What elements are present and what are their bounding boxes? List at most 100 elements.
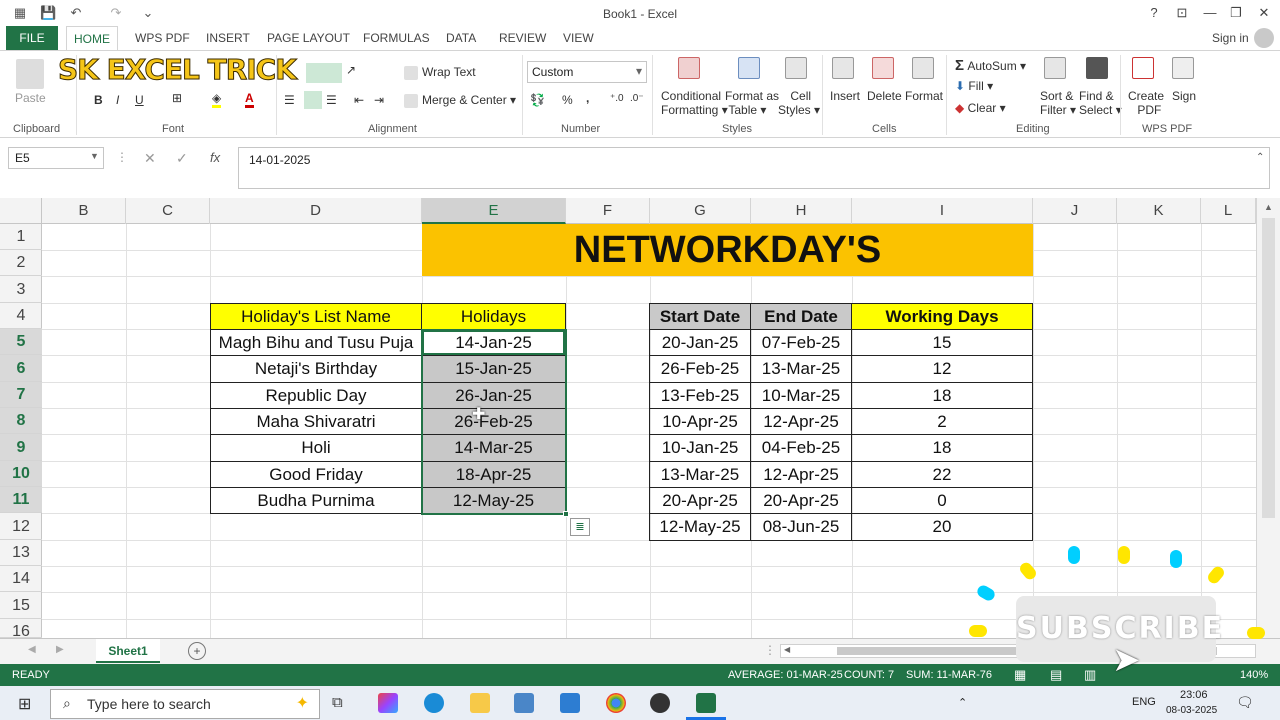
fill-color-icon[interactable]: ◈	[212, 91, 222, 108]
holidays-header[interactable]: Holidays	[421, 303, 566, 330]
row-header-8[interactable]: 8	[0, 408, 42, 434]
working-days-cell[interactable]: 2	[851, 408, 1033, 435]
close-button[interactable]: ✕	[1254, 5, 1274, 21]
tab-file[interactable]: FILE	[6, 26, 58, 50]
tab-data[interactable]: DATA	[446, 31, 476, 45]
language-indicator[interactable]: ENG	[1132, 696, 1156, 708]
cell-styles-button[interactable]: Cell Styles ▾	[778, 89, 820, 117]
insert-cells-button[interactable]: Insert	[830, 89, 860, 103]
increase-decimal-icon[interactable]: ⁺.0	[610, 93, 624, 104]
cancel-icon[interactable]: ✕	[144, 150, 156, 167]
holiday-date-cell[interactable]: 12-May-25	[421, 487, 566, 514]
comma-button[interactable]: ,	[586, 91, 589, 105]
tray-overflow-icon[interactable]: ⌃	[958, 696, 967, 709]
minimize-button[interactable]: —	[1200, 5, 1220, 21]
clock-time[interactable]: 23:06	[1180, 689, 1208, 701]
holiday-date-cell[interactable]: 26-Jan-25	[421, 382, 566, 409]
bold-button[interactable]: B	[94, 93, 103, 107]
expand-formula-bar-icon[interactable]: ⌃	[1256, 152, 1264, 163]
holiday-name-cell[interactable]: Good Friday	[210, 461, 422, 488]
store-icon[interactable]	[514, 693, 534, 713]
row-header-9[interactable]: 9	[0, 434, 42, 461]
holiday-name-cell[interactable]: Holi	[210, 434, 422, 462]
italic-button[interactable]: I	[116, 93, 119, 107]
windows-start-icon[interactable]: ⊞	[18, 694, 31, 714]
middle-align-icon[interactable]	[306, 63, 342, 83]
start-date-cell[interactable]: 10-Jan-25	[649, 434, 751, 462]
holiday-date-cell[interactable]: 15-Jan-25	[421, 355, 566, 383]
notifications-icon[interactable]: 🗨	[1236, 694, 1254, 711]
row-header-10[interactable]: 10	[0, 461, 42, 487]
taskbar-search-input[interactable]: ⌕ Type here to search ✦	[50, 689, 320, 719]
row-header-5[interactable]: 5	[0, 329, 42, 355]
column-header-j[interactable]: J	[1033, 198, 1117, 224]
accounting-format-icon[interactable]: 💱	[530, 93, 545, 107]
quick-analysis-icon[interactable]: ≣	[570, 518, 590, 536]
holiday-name-header[interactable]: Holiday's List Name	[210, 303, 422, 330]
working-days-cell[interactable]: 15	[851, 329, 1033, 356]
align-right-icon[interactable]: ☰	[326, 93, 337, 107]
chrome-icon[interactable]	[606, 693, 626, 713]
row-header-2[interactable]: 2	[0, 250, 42, 276]
scroll-tabs-right-icon[interactable]: ▶	[56, 644, 64, 655]
tab-review[interactable]: REVIEW	[499, 31, 546, 45]
conditional-formatting-button[interactable]: Conditional Formatting ▾	[661, 89, 728, 117]
tab-wps-pdf[interactable]: WPS PDF	[135, 31, 190, 45]
normal-view-icon[interactable]: ▦	[1014, 667, 1026, 683]
copilot-icon[interactable]	[378, 693, 398, 713]
column-header-b[interactable]: B	[42, 198, 126, 224]
wrap-text-button[interactable]: Wrap Text	[404, 65, 476, 80]
end-date-cell[interactable]: 04-Feb-25	[750, 434, 852, 462]
working-days-cell[interactable]: 18	[851, 382, 1033, 409]
enter-icon[interactable]: ✓	[176, 150, 188, 167]
start-date-cell[interactable]: 20-Apr-25	[649, 487, 751, 514]
column-header-i[interactable]: I	[852, 198, 1033, 224]
file-explorer-icon[interactable]	[470, 693, 490, 713]
name-box-dropdown-icon[interactable]: ▼	[90, 151, 99, 161]
end-date-cell[interactable]: 12-Apr-25	[750, 408, 852, 435]
holiday-name-cell[interactable]: Netaji's Birthday	[210, 355, 422, 383]
start-date-cell[interactable]: 26-Feb-25	[649, 355, 751, 383]
networkdays-banner[interactable]: NETWORKDAY'S	[422, 224, 1033, 276]
insert-function-button[interactable]: fx	[210, 150, 220, 165]
decrease-indent-icon[interactable]: ⇤	[354, 93, 364, 107]
end-date-cell[interactable]: 08-Jun-25	[750, 513, 852, 541]
holiday-name-cell[interactable]: Maha Shivaratri	[210, 408, 422, 435]
borders-icon[interactable]: ⊞	[172, 91, 182, 105]
row-header-1[interactable]: 1	[0, 224, 42, 250]
start-date-cell[interactable]: 20-Jan-25	[649, 329, 751, 356]
increase-indent-icon[interactable]: ⇥	[374, 93, 384, 107]
end-date-cell[interactable]: 20-Apr-25	[750, 487, 852, 514]
working-days-cell[interactable]: 18	[851, 434, 1033, 462]
sign-button[interactable]: Sign	[1172, 89, 1196, 103]
start-date-cell[interactable]: 10-Apr-25	[649, 408, 751, 435]
start-date-cell[interactable]: 12-May-25	[649, 513, 751, 541]
autosum-button[interactable]: Σ AutoSum ▾	[955, 57, 1026, 74]
scroll-left-icon[interactable]: ◀	[784, 645, 790, 654]
row-header-15[interactable]: 15	[0, 592, 42, 619]
help-button[interactable]: ?	[1144, 5, 1164, 21]
format-cells-button[interactable]: Format	[905, 89, 943, 103]
underline-button[interactable]: U	[135, 93, 144, 107]
clock-date[interactable]: 08-03-2025	[1166, 705, 1217, 716]
fill-handle[interactable]	[563, 511, 569, 517]
end-date-cell[interactable]: 12-Apr-25	[750, 461, 852, 488]
zoom-level[interactable]: 140%	[1240, 669, 1268, 681]
sheet-tab-sheet1[interactable]: Sheet1	[96, 639, 160, 663]
column-header-h[interactable]: H	[751, 198, 852, 224]
sign-in-link[interactable]: Sign in	[1212, 31, 1249, 45]
end-date-cell[interactable]: 10-Mar-25	[750, 382, 852, 409]
percent-button[interactable]: %	[562, 93, 573, 107]
fill-button[interactable]: ⬇ Fill ▾	[955, 79, 993, 93]
create-pdf-button[interactable]: Create PDF	[1128, 89, 1164, 117]
clear-button[interactable]: ◆ Clear ▾	[955, 101, 1006, 115]
decrease-decimal-icon[interactable]: .0⁻	[630, 93, 644, 104]
row-header-6[interactable]: 6	[0, 355, 42, 382]
end-date-cell[interactable]: 13-Mar-25	[750, 355, 852, 383]
end-date-cell[interactable]: 07-Feb-25	[750, 329, 852, 356]
merge-center-button[interactable]: Merge & Center ▾	[404, 93, 516, 108]
tab-page-layout[interactable]: PAGE LAYOUT	[267, 31, 350, 45]
holiday-date-cell[interactable]: 26-Feb-25	[421, 408, 566, 435]
scroll-up-icon[interactable]: ▲	[1264, 202, 1273, 212]
scroll-tabs-left-icon[interactable]: ◀	[28, 644, 36, 655]
